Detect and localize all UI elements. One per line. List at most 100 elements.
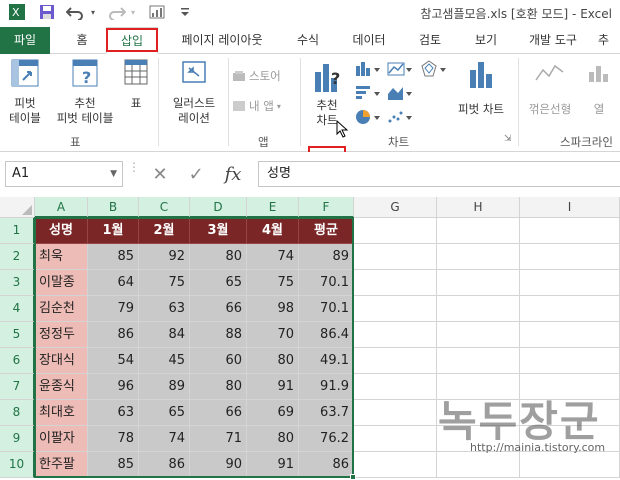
cell-h1[interactable] bbox=[437, 218, 520, 244]
column-header-i[interactable]: I bbox=[520, 197, 620, 218]
cell-e2[interactable]: 74 bbox=[247, 244, 299, 270]
table-button[interactable]: 표 bbox=[122, 58, 150, 111]
cell-f9[interactable]: 76.2 bbox=[299, 426, 354, 452]
name-box[interactable]: A1 ▼ bbox=[5, 161, 123, 187]
tab-developer[interactable]: 개발 도구 bbox=[516, 27, 590, 54]
cell-g8[interactable] bbox=[354, 400, 437, 426]
cell-e7[interactable]: 91 bbox=[247, 374, 299, 400]
pivot-chart-button[interactable]: 피벗 차트 bbox=[450, 58, 512, 117]
cell-f8[interactable]: 63.7 bbox=[299, 400, 354, 426]
cell-g9[interactable] bbox=[354, 426, 437, 452]
pivot-table-button[interactable]: 피벗 테이블 bbox=[4, 58, 46, 126]
cell-d2[interactable]: 80 bbox=[190, 244, 247, 270]
cell-c2[interactable]: 92 bbox=[139, 244, 190, 270]
row-header-9[interactable]: 9 bbox=[0, 426, 35, 452]
row-header-6[interactable]: 6 bbox=[0, 348, 35, 374]
select-all-corner[interactable] bbox=[0, 197, 35, 218]
cell-g6[interactable] bbox=[354, 348, 437, 374]
customize-toolbar-icon[interactable] bbox=[176, 3, 194, 21]
cell-g5[interactable] bbox=[354, 322, 437, 348]
cell-e6[interactable]: 80 bbox=[247, 348, 299, 374]
cell-b9[interactable]: 78 bbox=[88, 426, 139, 452]
row-header-7[interactable]: 7 bbox=[0, 374, 35, 400]
redo-dropdown-icon[interactable]: ▾ bbox=[128, 3, 138, 21]
illustrations-button[interactable]: 일러스트 레이션 bbox=[164, 58, 224, 126]
cell-d10[interactable]: 90 bbox=[190, 452, 247, 478]
cell-h4[interactable] bbox=[437, 296, 520, 322]
cell-b5[interactable]: 86 bbox=[88, 322, 139, 348]
cancel-icon[interactable]: ✕ bbox=[152, 164, 167, 185]
row-header-8[interactable]: 8 bbox=[0, 400, 35, 426]
undo-dropdown-icon[interactable]: ▾ bbox=[88, 3, 98, 21]
column-header-f[interactable]: F bbox=[299, 197, 354, 218]
pie-chart-button[interactable] bbox=[354, 108, 382, 129]
bar-chart-button[interactable] bbox=[354, 84, 382, 105]
cell-b1[interactable]: 1월 bbox=[88, 218, 139, 244]
cell-e3[interactable]: 75 bbox=[247, 270, 299, 296]
redo-icon[interactable] bbox=[108, 3, 126, 21]
cell-d3[interactable]: 65 bbox=[190, 270, 247, 296]
column-header-d[interactable]: D bbox=[190, 197, 247, 218]
cell-c9[interactable]: 74 bbox=[139, 426, 190, 452]
cell-b4[interactable]: 79 bbox=[88, 296, 139, 322]
cell-c3[interactable]: 75 bbox=[139, 270, 190, 296]
column-header-e[interactable]: E bbox=[247, 197, 299, 218]
column-header-g[interactable]: G bbox=[354, 197, 437, 218]
cell-h3[interactable] bbox=[437, 270, 520, 296]
cell-e9[interactable]: 80 bbox=[247, 426, 299, 452]
cell-c8[interactable]: 65 bbox=[139, 400, 190, 426]
cell-c7[interactable]: 89 bbox=[139, 374, 190, 400]
cell-f5[interactable]: 86.4 bbox=[299, 322, 354, 348]
cell-c6[interactable]: 45 bbox=[139, 348, 190, 374]
charts-dialog-launcher-icon[interactable]: ⇲ bbox=[504, 134, 512, 144]
cell-d1[interactable]: 3월 bbox=[190, 218, 247, 244]
cell-i5[interactable] bbox=[520, 322, 620, 348]
enter-icon[interactable]: ✓ bbox=[189, 164, 204, 185]
tab-home[interactable]: 홈 bbox=[64, 27, 100, 54]
cell-i4[interactable] bbox=[520, 296, 620, 322]
cell-h2[interactable] bbox=[437, 244, 520, 270]
cell-f1[interactable]: 평균 bbox=[299, 218, 354, 244]
cell-i3[interactable] bbox=[520, 270, 620, 296]
cell-c4[interactable]: 63 bbox=[139, 296, 190, 322]
row-header-10[interactable]: 10 bbox=[0, 452, 35, 478]
formula-bar-resize-icon[interactable]: ⋮ bbox=[128, 161, 140, 173]
row-header-5[interactable]: 5 bbox=[0, 322, 35, 348]
tab-review[interactable]: 검토 bbox=[406, 27, 454, 54]
cell-g4[interactable] bbox=[354, 296, 437, 322]
cell-a9[interactable]: 이팔자 bbox=[35, 426, 88, 452]
cell-b2[interactable]: 85 bbox=[88, 244, 139, 270]
line-chart-button[interactable] bbox=[386, 60, 414, 81]
cell-b6[interactable]: 54 bbox=[88, 348, 139, 374]
scatter-chart-button[interactable] bbox=[386, 108, 414, 129]
cell-i6[interactable] bbox=[520, 348, 620, 374]
fill-handle[interactable] bbox=[350, 474, 356, 480]
undo-icon[interactable] bbox=[66, 3, 84, 21]
tab-page-layout[interactable]: 페이지 레이아웃 bbox=[168, 27, 276, 54]
cell-f7[interactable]: 91.9 bbox=[299, 374, 354, 400]
cell-a1[interactable]: 성명 bbox=[35, 218, 88, 244]
cell-g10[interactable] bbox=[354, 452, 437, 478]
store-button[interactable]: 스토어 bbox=[232, 68, 281, 84]
cell-a7[interactable]: 윤종식 bbox=[35, 374, 88, 400]
line-sparkline-button[interactable]: 꺾은선형 bbox=[524, 58, 576, 117]
cell-f6[interactable]: 49.1 bbox=[299, 348, 354, 374]
cell-d5[interactable]: 88 bbox=[190, 322, 247, 348]
name-box-dropdown-icon[interactable]: ▼ bbox=[110, 162, 117, 186]
cell-e10[interactable]: 91 bbox=[247, 452, 299, 478]
column-chart-button[interactable] bbox=[354, 60, 382, 81]
cell-a6[interactable]: 장대식 bbox=[35, 348, 88, 374]
area-chart-button[interactable] bbox=[386, 84, 414, 105]
tab-data[interactable]: 데이터 bbox=[340, 27, 398, 54]
chart-wizard-icon[interactable] bbox=[148, 3, 166, 21]
column-header-a[interactable]: A bbox=[35, 197, 88, 218]
cell-h6[interactable] bbox=[437, 348, 520, 374]
cell-h10[interactable] bbox=[437, 452, 520, 478]
cell-e4[interactable]: 98 bbox=[247, 296, 299, 322]
cell-b8[interactable]: 63 bbox=[88, 400, 139, 426]
cell-a5[interactable]: 정정두 bbox=[35, 322, 88, 348]
cell-i2[interactable] bbox=[520, 244, 620, 270]
cell-a8[interactable]: 최대호 bbox=[35, 400, 88, 426]
cell-e8[interactable]: 69 bbox=[247, 400, 299, 426]
radar-chart-button[interactable] bbox=[420, 60, 448, 81]
